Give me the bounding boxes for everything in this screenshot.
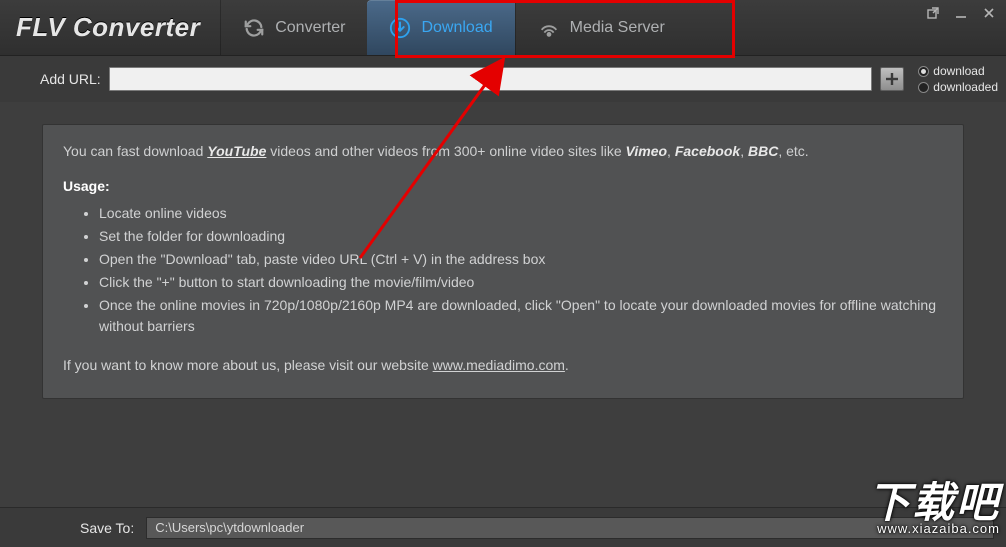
intro-text: You can fast download YouTube videos and… — [63, 141, 943, 162]
tab-download[interactable]: Download — [367, 0, 514, 55]
more-info-text: If you want to know more about us, pleas… — [63, 355, 943, 376]
header-bar: FLV Converter Converter Download — [0, 0, 1006, 56]
minimize-button[interactable] — [952, 4, 970, 22]
popout-icon[interactable] — [924, 4, 942, 22]
usage-heading: Usage: — [63, 176, 943, 197]
tab-label: Media Server — [570, 19, 665, 37]
list-item: Set the folder for downloading — [99, 226, 943, 247]
filter-radios: download downloaded — [912, 64, 998, 94]
list-item: Locate online videos — [99, 203, 943, 224]
broadcast-icon — [538, 17, 560, 39]
tab-converter[interactable]: Converter — [220, 0, 367, 55]
download-icon — [389, 17, 411, 39]
usage-list: Locate online videos Set the folder for … — [99, 203, 943, 337]
website-link[interactable]: www.mediadimo.com — [433, 357, 565, 373]
app-title: FLV Converter — [0, 12, 200, 43]
tab-media-server[interactable]: Media Server — [515, 0, 687, 55]
window-controls — [924, 4, 998, 22]
site-youtube: YouTube — [207, 143, 266, 159]
list-item: Click the "+" button to start downloadin… — [99, 272, 943, 293]
url-row: Add URL: download downloaded — [0, 56, 1006, 102]
main-tabs: Converter Download Media Server — [220, 0, 687, 55]
radio-downloaded[interactable]: downloaded — [918, 80, 998, 94]
radio-label: download — [933, 64, 984, 78]
save-label: Save To: — [80, 520, 134, 536]
save-row: Save To: — [0, 507, 1006, 547]
radio-icon — [918, 66, 929, 77]
refresh-icon — [243, 17, 265, 39]
url-label: Add URL: — [40, 71, 101, 87]
site-vimeo: Vimeo — [626, 143, 668, 159]
close-button[interactable] — [980, 4, 998, 22]
site-facebook: Facebook — [675, 143, 740, 159]
list-item: Open the "Download" tab, paste video URL… — [99, 249, 943, 270]
info-panel: You can fast download YouTube videos and… — [42, 124, 964, 399]
tab-label: Converter — [275, 19, 345, 37]
watermark-url: www.xiazaiba.com — [868, 522, 1000, 535]
add-url-button[interactable] — [880, 67, 904, 91]
save-path-input[interactable] — [146, 517, 994, 539]
list-item: Once the online movies in 720p/1080p/216… — [99, 295, 943, 337]
watermark: 下载吧 www.xiazaiba.com — [868, 482, 1000, 535]
radio-icon — [918, 82, 929, 93]
radio-download[interactable]: download — [918, 64, 998, 78]
watermark-text: 下载吧 — [868, 482, 1000, 524]
radio-label: downloaded — [933, 80, 998, 94]
site-bbc: BBC — [748, 143, 778, 159]
url-input[interactable] — [109, 67, 873, 91]
tab-label: Download — [421, 19, 492, 37]
